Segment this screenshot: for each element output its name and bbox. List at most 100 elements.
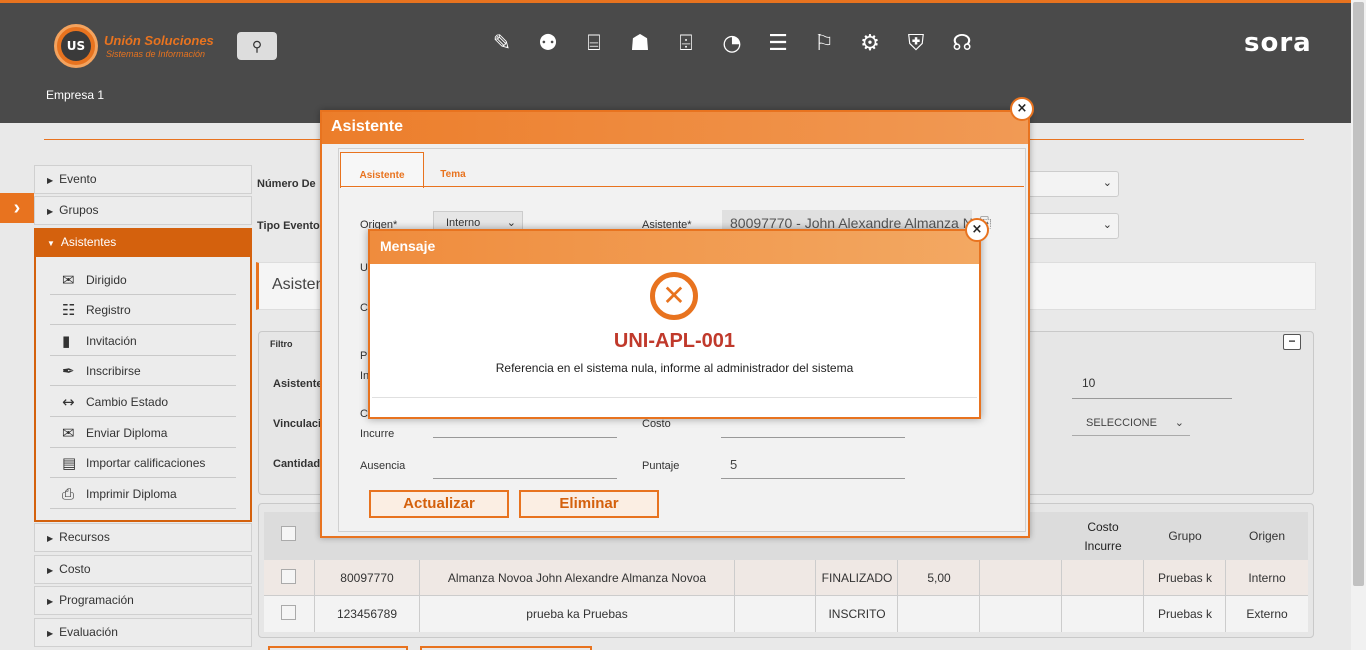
cell-documento: 80097770 <box>340 571 394 585</box>
tab-underline <box>340 186 1024 187</box>
sidebar-item-label: Inscribirse <box>86 364 141 378</box>
gears-icon[interactable]: ⚙ <box>856 30 884 58</box>
filter-cantidad-label: Cantidad <box>273 458 321 470</box>
header-costo-incurre: Costo Incurre <box>1062 520 1144 553</box>
vinculacion-select[interactable]: SELECCIONE ⌄ <box>1072 410 1190 436</box>
error-icon: ✕ <box>650 272 698 320</box>
brand-logo: sora <box>1244 28 1312 58</box>
sidebar-item-programacion[interactable]: ▶ Programación <box>34 586 252 615</box>
sidebar-item-label: Evaluación <box>59 625 118 639</box>
chevron-down-icon: ⌄ <box>1102 177 1112 189</box>
sidebar-subitem-registro[interactable]: ☷ Registro <box>50 295 236 325</box>
sidebar-item-evaluacion[interactable]: ▶ Evaluación <box>34 618 252 647</box>
cell-asistente: prueba ka Pruebas <box>526 607 628 621</box>
edit-doc-icon[interactable]: ✎ <box>488 30 516 58</box>
tab-tema[interactable]: Tema <box>430 152 476 188</box>
caret-right-icon: ▶ <box>47 176 54 185</box>
top-header <box>0 0 1366 123</box>
person-icon[interactable]: ⚉ <box>534 30 562 58</box>
logo-tagline: Sistemas de Información <box>106 49 206 59</box>
cell-grupo: Pruebas k <box>1157 607 1213 621</box>
caret-right-icon: ▶ <box>47 597 54 606</box>
search-button[interactable]: ⚲ <box>237 32 277 60</box>
col-divider <box>979 560 980 632</box>
numero-label: Número De <box>257 178 316 190</box>
costo-incurre-input[interactable] <box>433 437 617 438</box>
cell-estado: INSCRITO <box>828 607 886 621</box>
costo-incurre-label-2: Incurre <box>360 428 395 440</box>
partial-label-c: C <box>360 302 368 314</box>
update-button[interactable]: Actualizar <box>369 490 509 518</box>
puntaje-value[interactable]: 5 <box>730 457 737 472</box>
sidebar-subitem-importar[interactable]: ▤ Importar calificaciones <box>50 448 236 478</box>
presenter-icon[interactable]: ⚐ <box>810 30 838 58</box>
filter-vinculacion-label: Vinculaci <box>273 418 322 430</box>
numero-select[interactable]: ⌄ <box>1020 171 1119 197</box>
caret-right-icon: ▶ <box>47 629 54 638</box>
cell-origen: Externo <box>1246 607 1288 621</box>
bottom-button-partial[interactable] <box>420 646 592 650</box>
pen-icon: ✒ <box>62 362 75 380</box>
envelope-icon: ✉ <box>62 424 75 442</box>
timer-icon[interactable]: ◔ <box>718 30 746 58</box>
logo-badge: US <box>61 31 91 61</box>
sidebar-item-costo[interactable]: ▶ Costo <box>34 555 252 584</box>
caret-right-icon: ▶ <box>47 566 54 575</box>
chevron-down-icon: ⌄ <box>1174 417 1184 429</box>
col-divider <box>1225 560 1226 632</box>
chevron-right-icon: › <box>13 197 21 219</box>
error-code: UNI-APL-001 <box>613 330 736 352</box>
sidebar-item-label: Registro <box>86 303 131 317</box>
gift-icon[interactable]: ⌸ <box>580 30 608 58</box>
scrollbar-thumb[interactable] <box>1353 2 1364 586</box>
document-list-icon[interactable]: ☰ <box>764 30 792 58</box>
sidebar-item-label: Costo <box>59 562 91 576</box>
costo-input[interactable] <box>721 437 905 438</box>
tab-asistente[interactable]: Asistente <box>340 152 424 188</box>
header-origen: Origen <box>1248 529 1286 543</box>
tipo-evento-select[interactable]: ⌄ <box>1020 213 1119 239</box>
error-message: Referencia en el sistema nula, informe a… <box>495 361 854 375</box>
sidebar-item-grupos[interactable]: ▶ Grupos <box>34 196 252 225</box>
minus-icon: − <box>1288 334 1296 348</box>
sidebar-subitem-imprimir[interactable]: ⎙ Imprimir Diploma <box>50 479 236 509</box>
select-all-checkbox[interactable] <box>281 526 296 541</box>
modal-close-button[interactable]: × <box>1010 97 1034 121</box>
message-close-button[interactable]: × <box>965 218 989 242</box>
cell-asistente: Almanza Novoa John Alexandre Almanza Nov… <box>447 571 707 585</box>
puntaje-input <box>721 478 905 479</box>
ausencia-label: Ausencia <box>360 460 406 472</box>
ausencia-input[interactable] <box>433 478 617 479</box>
collapse-button[interactable]: − <box>1283 334 1301 350</box>
row-checkbox[interactable] <box>281 569 296 584</box>
bottom-button-partial[interactable] <box>268 646 408 650</box>
sidebar-toggle-button[interactable]: › <box>0 193 34 223</box>
sidebar-subitem-dirigido[interactable]: ✉ Dirigido <box>50 265 236 295</box>
sidebar-item-label: Enviar Diploma <box>86 426 168 440</box>
support-icon[interactable]: ☊ <box>948 30 976 58</box>
sidebar-item-asistentes[interactable]: ▼ Asistentes <box>34 228 252 257</box>
sidebar-item-evento[interactable]: ▶ Evento <box>34 165 252 194</box>
id-card-icon[interactable]: ⌹ <box>672 30 700 58</box>
col-divider <box>419 560 420 632</box>
page-size-value[interactable]: 10 <box>1082 376 1095 390</box>
delete-button[interactable]: Eliminar <box>519 490 659 518</box>
row-checkbox[interactable] <box>281 605 296 620</box>
sidebar-subitem-enviar-diploma[interactable]: ✉ Enviar Diploma <box>50 418 236 448</box>
sidebar-subitem-invitacion[interactable]: ▮ Invitación <box>50 326 236 356</box>
col-divider <box>734 560 735 632</box>
sidebar-item-label: Asistentes <box>60 235 117 249</box>
sidebar-subitem-cambio-estado[interactable]: ↔ Cambio Estado <box>50 387 236 417</box>
message-footer-divider <box>372 397 977 398</box>
car-shield-icon[interactable]: ⛨ <box>902 30 930 58</box>
sidebar-item-label: Cambio Estado <box>86 395 169 409</box>
cell-estado: FINALIZADO <box>821 571 893 585</box>
mail-icon: ✉ <box>62 271 75 289</box>
sidebar-item-recursos[interactable]: ▶ Recursos <box>34 523 252 552</box>
group-icon[interactable]: ☗ <box>626 30 654 58</box>
sidebar-subitem-inscribirse[interactable]: ✒ Inscribirse <box>50 356 236 386</box>
header-costo-incurre-line1: Costo <box>1087 520 1119 534</box>
close-icon: × <box>971 222 983 237</box>
message-title: Mensaje <box>370 231 979 264</box>
sidebar-item-label: Importar calificaciones <box>86 456 206 470</box>
